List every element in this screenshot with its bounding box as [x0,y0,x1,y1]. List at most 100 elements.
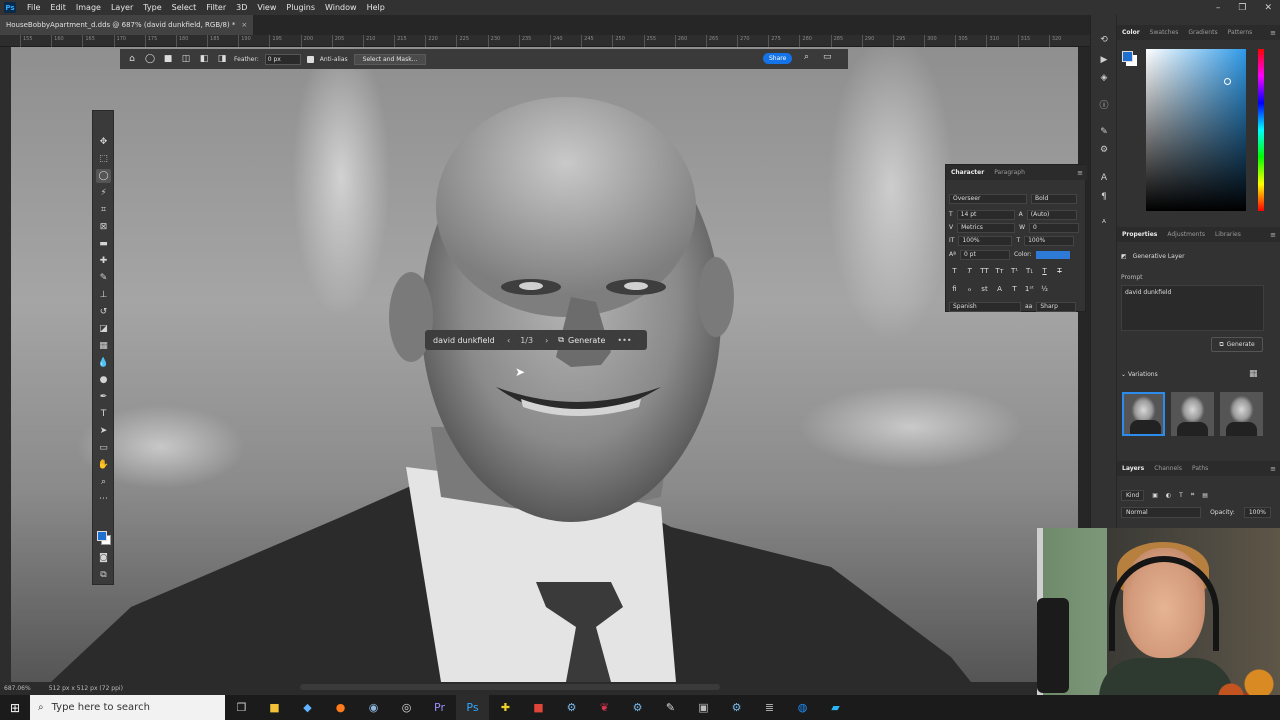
lasso-tool-icon[interactable]: ◯ [96,169,111,183]
firefox-icon[interactable]: ● [324,695,357,720]
language-select[interactable]: Spanish [949,301,1021,312]
menu-select[interactable]: Select [167,3,202,12]
foreground-color-swatch[interactable] [97,531,107,541]
database-app-icon[interactable]: ≣ [753,695,786,720]
gradient-tool-icon[interactable]: ▦ [96,339,111,353]
hand-tool-icon[interactable]: ✋ [96,458,111,472]
monitor-app-icon[interactable]: ▣ [687,695,720,720]
filter-adjust-icon[interactable]: ◐ [1166,492,1171,499]
pen-app-icon[interactable]: ✎ [654,695,687,720]
filter-type-icon[interactable]: T [1179,492,1183,499]
tab-swatches[interactable]: Swatches [1145,29,1184,36]
fractions-icon[interactable]: ½ [1039,285,1050,293]
eraser-tool-icon[interactable]: ◪ [96,322,111,336]
menu-image[interactable]: Image [71,3,106,12]
panel-menu-icon[interactable]: ≡ [1077,169,1083,177]
tab-channels[interactable]: Channels [1149,465,1187,472]
taskbar-search[interactable]: ⌕ Type here to search [30,695,225,720]
text-color-swatch[interactable] [1035,250,1070,259]
edge-app-icon[interactable]: ◍ [786,695,819,720]
foreground-color-swatch[interactable] [1122,51,1133,62]
font-size-select[interactable]: 14 pt [956,209,1015,220]
chat-app-icon[interactable]: ▰ [819,695,852,720]
zoom-tool-icon[interactable]: ⌕ [96,475,111,489]
tab-layers[interactable]: Layers [1117,465,1149,472]
character-icon[interactable]: A [1097,171,1111,185]
horizontal-scrollbar[interactable] [300,684,720,690]
type-tool-icon[interactable]: T [96,407,111,421]
kerning-select[interactable]: Metrics [957,222,1016,233]
red-app-icon[interactable]: ■ [522,695,555,720]
steam-icon[interactable]: ◉ [357,695,390,720]
panel-menu-icon[interactable]: ≡ [1270,231,1276,239]
tab-properties[interactable]: Properties [1117,231,1162,238]
menu-edit[interactable]: Edit [45,3,71,12]
prompt-input[interactable]: david dunkfield [1121,285,1264,331]
menu-view[interactable]: View [252,3,281,12]
brush-tool-icon[interactable]: ✎ [96,271,111,285]
settings-app-icon[interactable]: ⚙ [555,695,588,720]
tab-libraries[interactable]: Libraries [1210,231,1246,238]
layer-filter-select[interactable]: Kind [1121,489,1145,501]
properties-generate-button[interactable]: ⧉ Generate [1211,337,1263,352]
grid-view-icon[interactable]: ▦ [1249,369,1258,379]
photoshop-taskbar-icon[interactable]: Ps [456,695,489,720]
filter-shape-icon[interactable]: ⌗ [1191,491,1194,499]
share-button[interactable]: Share [763,53,793,64]
baseline-shift-input[interactable]: 0 pt [959,249,1010,260]
color-picker-field[interactable] [1146,49,1246,211]
file-explorer-icon[interactable]: ■ [258,695,291,720]
chevron-right-icon[interactable]: › [545,336,548,345]
rectangle-tool-icon[interactable]: ▭ [96,441,111,455]
app-icon[interactable]: ◆ [291,695,324,720]
variation-thumbnail[interactable] [1220,392,1263,436]
ligatures-icon[interactable]: fi [949,285,960,293]
crop-tool-icon[interactable]: ⌗ [96,203,111,217]
tab-paragraph[interactable]: Paragraph [989,169,1030,176]
close-tab-icon[interactable]: × [241,21,247,29]
small-caps-icon[interactable]: Tт [994,267,1005,275]
history-brush-icon[interactable]: ↺ [96,305,111,319]
menu-filter[interactable]: Filter [201,3,231,12]
premiere-icon[interactable]: Pr [423,695,456,720]
move-tool-icon[interactable]: ✥ [96,135,111,149]
tab-adjustments[interactable]: Adjustments [1162,231,1210,238]
lasso-preset-icon[interactable]: ◯ [144,53,156,65]
menu-3d[interactable]: 3D [231,3,252,12]
clone-stamp-icon[interactable]: ⊥ [96,288,111,302]
puzzle-app-icon[interactable]: ✚ [489,695,522,720]
obs-icon[interactable]: ◎ [390,695,423,720]
quick-mask-icon[interactable]: ◙ [96,551,111,565]
leading-select[interactable]: (Auto) [1026,209,1077,220]
tab-character[interactable]: Character [946,169,989,176]
marquee-tool-icon[interactable]: ⬚ [96,152,111,166]
gear-app-icon[interactable]: ⚙ [621,695,654,720]
glyphs-icon[interactable]: ᴬ [1097,217,1111,231]
filter-pixel-icon[interactable]: ▣ [1152,492,1158,499]
blur-tool-icon[interactable]: 💧 [96,356,111,370]
healing-brush-icon[interactable]: ✚ [96,254,111,268]
ruler-tool-icon[interactable]: ▬ [96,237,111,251]
prompt-field[interactable]: david dunkfield [433,336,501,345]
antialias-checkbox[interactable] [306,55,314,63]
swash-icon[interactable]: st [979,285,990,293]
adjust-icon[interactable]: ⚙ [1097,143,1111,157]
faux-italic-icon[interactable]: T [964,267,975,275]
restore-button[interactable]: ❐ [1238,3,1246,13]
subtract-selection-icon[interactable]: ◧ [198,53,210,65]
subscript-icon[interactable]: T₁ [1024,267,1035,275]
menu-help[interactable]: Help [362,3,390,12]
menu-type[interactable]: Type [138,3,166,12]
old-style-icon[interactable]: ℴ [964,285,975,293]
antialias-select[interactable]: Sharp [1036,301,1077,312]
ordinals-icon[interactable]: 1ˢᵗ [1024,285,1035,293]
windows-start-icon[interactable]: ⊞ [0,695,30,720]
alternates-icon[interactable]: A [994,285,1005,293]
pen-tool-icon[interactable]: ✒ [96,390,111,404]
frame-tool-icon[interactable]: ⊠ [96,220,111,234]
screen-mode-icon[interactable]: ⧉ [96,568,111,582]
filter-smart-icon[interactable]: ▤ [1202,492,1208,499]
chevron-left-icon[interactable]: ‹ [507,336,510,345]
cog-app-icon[interactable]: ⚙ [720,695,753,720]
titling-icon[interactable]: T [1009,285,1020,293]
